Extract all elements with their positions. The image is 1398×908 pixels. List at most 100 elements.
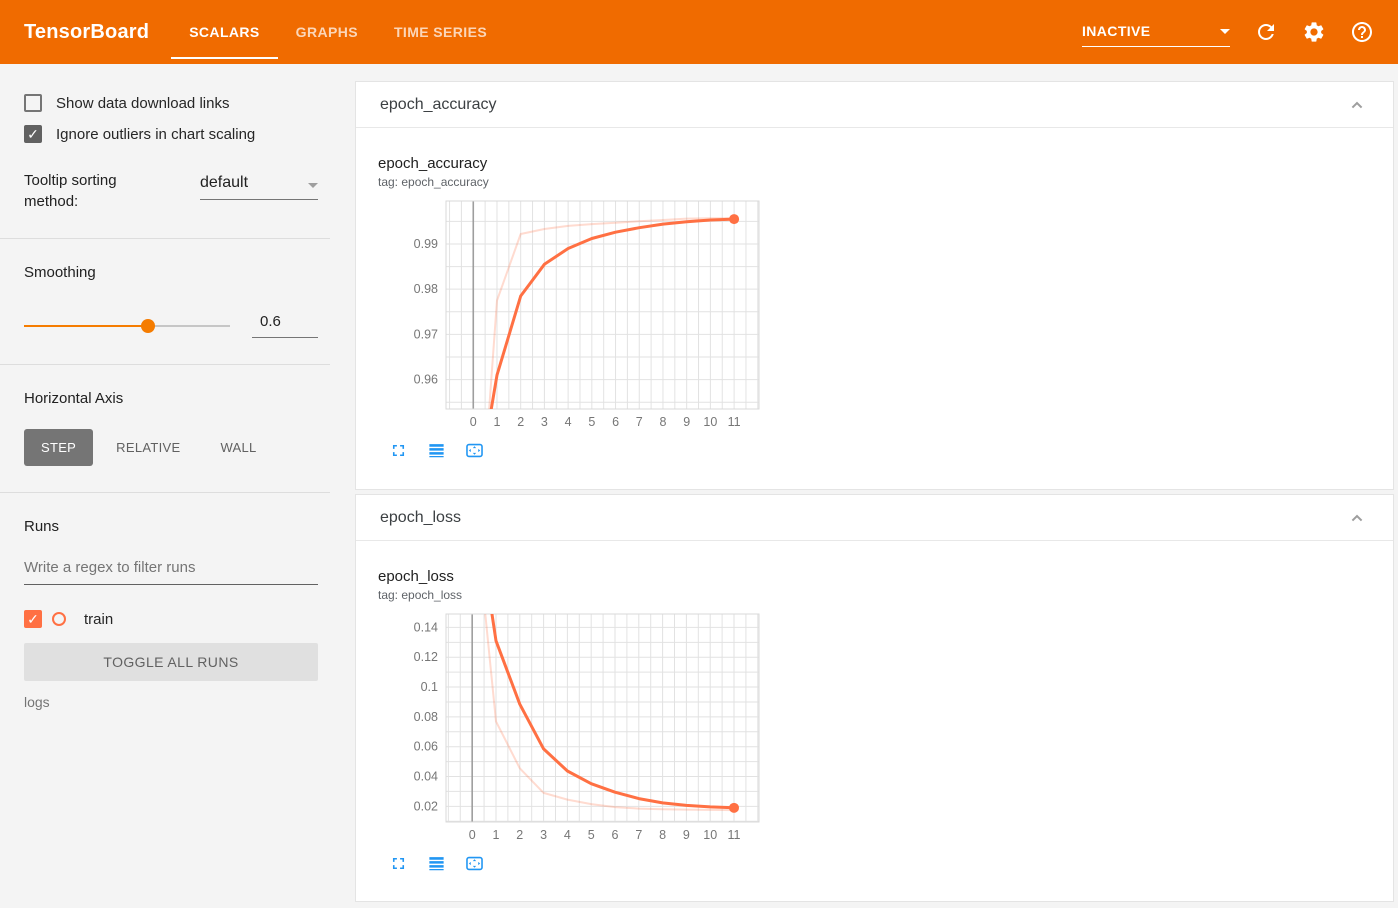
tooltip-sorting-dropdown[interactable]: default [200, 170, 318, 200]
svg-text:6: 6 [612, 415, 619, 429]
svg-text:7: 7 [635, 828, 642, 842]
top-app-bar: TensorBoard SCALARS GRAPHS TIME SERIES I… [0, 0, 1398, 64]
data-table-icon[interactable] [427, 854, 446, 873]
svg-text:4: 4 [565, 415, 572, 429]
nav-tabs: SCALARS GRAPHS TIME SERIES [171, 0, 505, 64]
card-epoch-accuracy: epoch_accuracy epoch_accuracy tag: epoch… [355, 81, 1394, 490]
svg-text:0.14: 0.14 [414, 620, 438, 634]
svg-text:11: 11 [728, 415, 741, 429]
svg-text:3: 3 [541, 415, 548, 429]
chart-toolbar [389, 854, 776, 873]
svg-text:4: 4 [564, 828, 571, 842]
runs-filter [24, 559, 318, 585]
app-title: TensorBoard [24, 20, 150, 43]
svg-text:5: 5 [588, 828, 595, 842]
chart-toolbar [389, 441, 776, 460]
smoothing-value-field[interactable]: 0.6 [252, 313, 318, 338]
slider-fill [24, 324, 148, 327]
svg-text:0.97: 0.97 [414, 327, 438, 341]
svg-text:1: 1 [493, 828, 500, 842]
svg-text:9: 9 [683, 415, 690, 429]
svg-text:9: 9 [683, 828, 690, 842]
svg-text:10: 10 [703, 828, 717, 842]
data-table-icon[interactable] [427, 441, 446, 460]
chart-block: epoch_loss tag: epoch_loss 0.02 0.04 0.06 0… [356, 541, 776, 873]
chart-tag-subtitle: tag: epoch_accuracy [378, 175, 489, 189]
tab-time-series[interactable]: TIME SERIES [376, 0, 505, 64]
run-checkbox-checked-icon[interactable]: ✓ [24, 610, 42, 628]
fullscreen-icon[interactable] [389, 854, 408, 873]
fit-domain-icon[interactable] [465, 441, 484, 460]
tooltip-sorting-row: Tooltip sorting method: default [24, 170, 318, 212]
svg-text:0.08: 0.08 [414, 710, 438, 724]
run-row-train[interactable]: ✓ train [24, 610, 318, 628]
chart-title: epoch_loss [378, 568, 454, 585]
chevron-up-icon[interactable] [1345, 506, 1369, 530]
svg-text:0.99: 0.99 [414, 237, 438, 251]
svg-text:6: 6 [612, 828, 619, 842]
card-header: epoch_accuracy [356, 82, 1393, 128]
scalar-line-chart[interactable]: 0.02 0.04 0.06 0.08 0.1 0.12 0.14 0 1 2 3 4 5 6 7 8 9 10 1… [378, 610, 763, 844]
log-directory-label: logs [24, 694, 50, 710]
checkbox-label: Show data download links [56, 94, 230, 112]
svg-text:0.12: 0.12 [414, 650, 438, 664]
horizontal-axis-options: STEP RELATIVE WALL [24, 429, 318, 466]
svg-text:8: 8 [659, 828, 666, 842]
runs-filter-input[interactable] [24, 559, 318, 585]
fit-domain-icon[interactable] [465, 854, 484, 873]
caret-down-icon [1220, 28, 1230, 34]
topbar-actions: INACTIVE [1082, 0, 1374, 64]
card-epoch-loss: epoch_loss epoch_loss tag: epoch_loss 0.… [355, 494, 1394, 902]
settings-sidebar: Show data download links ✓ Ignore outlie… [0, 64, 330, 908]
svg-text:0.06: 0.06 [414, 740, 438, 754]
chart-title: epoch_accuracy [378, 155, 488, 172]
svg-text:8: 8 [659, 415, 666, 429]
tab-graphs[interactable]: GRAPHS [278, 0, 376, 64]
svg-text:0.98: 0.98 [414, 282, 438, 296]
refresh-icon[interactable] [1254, 20, 1278, 44]
axis-relative-button[interactable]: RELATIVE [99, 429, 197, 466]
svg-text:0: 0 [469, 828, 476, 842]
card-title: epoch_loss [380, 508, 461, 526]
caret-down-icon [308, 183, 318, 188]
checkbox-checked-icon: ✓ [24, 125, 42, 143]
divider [0, 364, 330, 365]
chevron-up-icon[interactable] [1345, 93, 1369, 117]
horizontal-axis-label: Horizontal Axis [24, 390, 124, 407]
tab-scalars[interactable]: SCALARS [171, 0, 279, 64]
svg-text:2: 2 [516, 828, 523, 842]
toggle-all-runs-button[interactable]: TOGGLE ALL RUNS [24, 643, 318, 681]
svg-text:11: 11 [728, 828, 741, 842]
svg-text:10: 10 [703, 415, 717, 429]
slider-thumb[interactable] [140, 318, 155, 333]
show-download-links-checkbox[interactable]: Show data download links [24, 94, 318, 112]
svg-text:1: 1 [494, 415, 501, 429]
data-status-dropdown[interactable]: INACTIVE [1082, 23, 1230, 47]
card-title: epoch_accuracy [380, 95, 497, 113]
smoothing-slider[interactable] [24, 318, 230, 333]
svg-text:5: 5 [588, 415, 595, 429]
ignore-outliers-checkbox[interactable]: ✓ Ignore outliers in chart scaling [24, 125, 318, 143]
help-icon[interactable] [1350, 20, 1374, 44]
checkbox-unchecked-icon [24, 94, 42, 112]
svg-text:2: 2 [517, 415, 524, 429]
chart-block: epoch_accuracy tag: epoch_accuracy 0.96 0… [356, 128, 776, 460]
axis-wall-button[interactable]: WALL [203, 429, 273, 466]
fullscreen-icon[interactable] [389, 441, 408, 460]
svg-text:0.96: 0.96 [414, 373, 438, 387]
smoothing-label: Smoothing [24, 264, 96, 281]
run-label: train [84, 610, 114, 628]
scalar-line-chart[interactable]: 0.96 0.97 0.98 0.99 0 1 2 3 4 5 6 7 8 9 10 11 [378, 197, 763, 431]
card-header: epoch_loss [356, 495, 1393, 541]
divider [0, 492, 330, 493]
svg-text:7: 7 [636, 415, 643, 429]
settings-gear-icon[interactable] [1302, 20, 1326, 44]
divider [0, 238, 330, 239]
checkbox-label: Ignore outliers in chart scaling [56, 125, 256, 143]
svg-text:0.02: 0.02 [414, 799, 438, 813]
run-color-circle-icon [52, 612, 66, 626]
dashboard-main: epoch_accuracy epoch_accuracy tag: epoch… [330, 64, 1398, 908]
svg-text:0: 0 [470, 415, 477, 429]
axis-step-button[interactable]: STEP [24, 429, 94, 466]
svg-text:0.1: 0.1 [421, 680, 438, 694]
